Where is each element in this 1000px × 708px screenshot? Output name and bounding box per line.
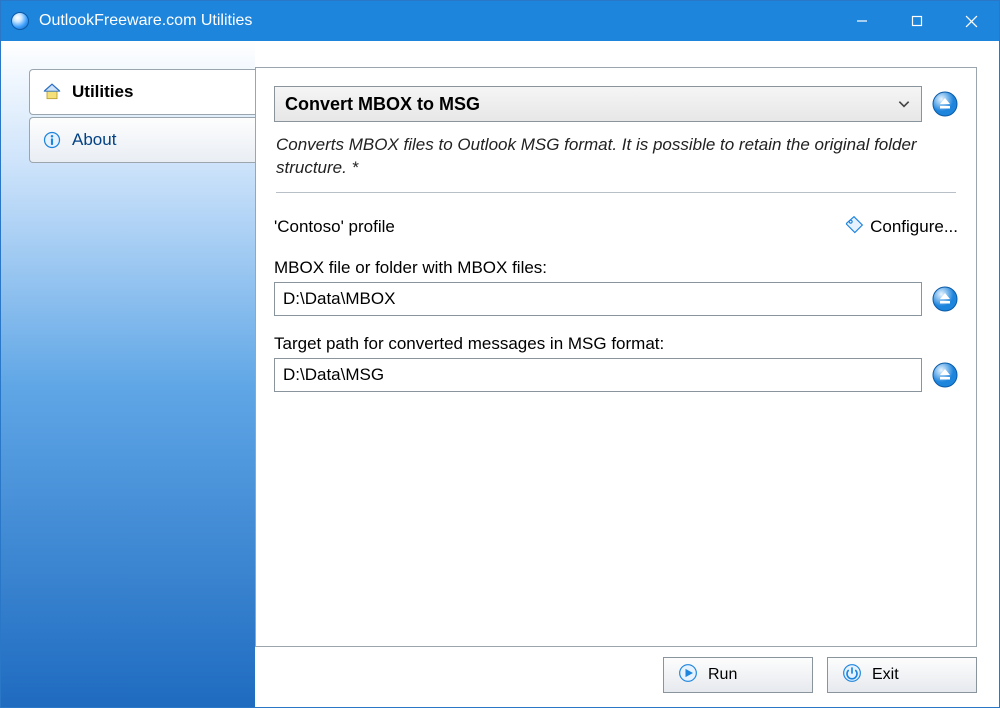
utility-panel: Convert MBOX to MSG Co bbox=[255, 67, 977, 647]
tab-utilities-label: Utilities bbox=[72, 82, 133, 102]
mbox-field-row bbox=[274, 282, 958, 316]
target-path-input[interactable] bbox=[274, 358, 922, 392]
configure-link[interactable]: Configure... bbox=[844, 215, 958, 240]
power-icon bbox=[842, 663, 862, 688]
utility-select-dropdown[interactable]: Convert MBOX to MSG bbox=[274, 86, 922, 122]
eject-utility-button[interactable] bbox=[932, 91, 958, 117]
target-field-row bbox=[274, 358, 958, 392]
run-label: Run bbox=[708, 666, 737, 684]
browse-mbox-button[interactable] bbox=[932, 286, 958, 312]
utility-header-row: Convert MBOX to MSG bbox=[274, 86, 958, 122]
maximize-button[interactable] bbox=[889, 1, 944, 41]
profile-label: 'Contoso' profile bbox=[274, 217, 395, 237]
side-tabs: Utilities About bbox=[1, 41, 255, 163]
exit-button[interactable]: Exit bbox=[827, 657, 977, 693]
configure-label: Configure... bbox=[870, 217, 958, 237]
utility-description: Converts MBOX files to Outlook MSG forma… bbox=[276, 134, 956, 193]
tab-about-label: About bbox=[72, 130, 116, 150]
tab-about[interactable]: About bbox=[29, 117, 255, 163]
play-icon bbox=[678, 663, 698, 688]
app-icon bbox=[11, 12, 29, 30]
mbox-path-input[interactable] bbox=[274, 282, 922, 316]
client-area: Utilities About bbox=[1, 41, 999, 707]
title-bar: OutlookFreeware.com Utilities bbox=[1, 1, 999, 41]
side-pane: Utilities About bbox=[1, 41, 255, 707]
info-icon bbox=[42, 130, 62, 150]
chevron-down-icon bbox=[897, 97, 911, 111]
utility-select-label: Convert MBOX to MSG bbox=[285, 94, 897, 115]
run-button[interactable]: Run bbox=[663, 657, 813, 693]
app-window: OutlookFreeware.com Utilities bbox=[0, 0, 1000, 708]
browse-target-button[interactable] bbox=[932, 362, 958, 388]
tab-utilities[interactable]: Utilities bbox=[29, 69, 255, 115]
tag-icon bbox=[844, 215, 864, 240]
home-icon bbox=[42, 82, 62, 102]
footer-buttons: Run Exit bbox=[255, 647, 977, 693]
mbox-field-label: MBOX file or folder with MBOX files: bbox=[274, 258, 958, 278]
exit-label: Exit bbox=[872, 666, 899, 684]
main-pane: Convert MBOX to MSG Co bbox=[255, 41, 999, 707]
target-field-label: Target path for converted messages in MS… bbox=[274, 334, 958, 354]
minimize-button[interactable] bbox=[834, 1, 889, 41]
profile-row: 'Contoso' profile Configure... bbox=[274, 215, 958, 240]
window-title: OutlookFreeware.com Utilities bbox=[39, 12, 834, 30]
close-button[interactable] bbox=[944, 1, 999, 41]
